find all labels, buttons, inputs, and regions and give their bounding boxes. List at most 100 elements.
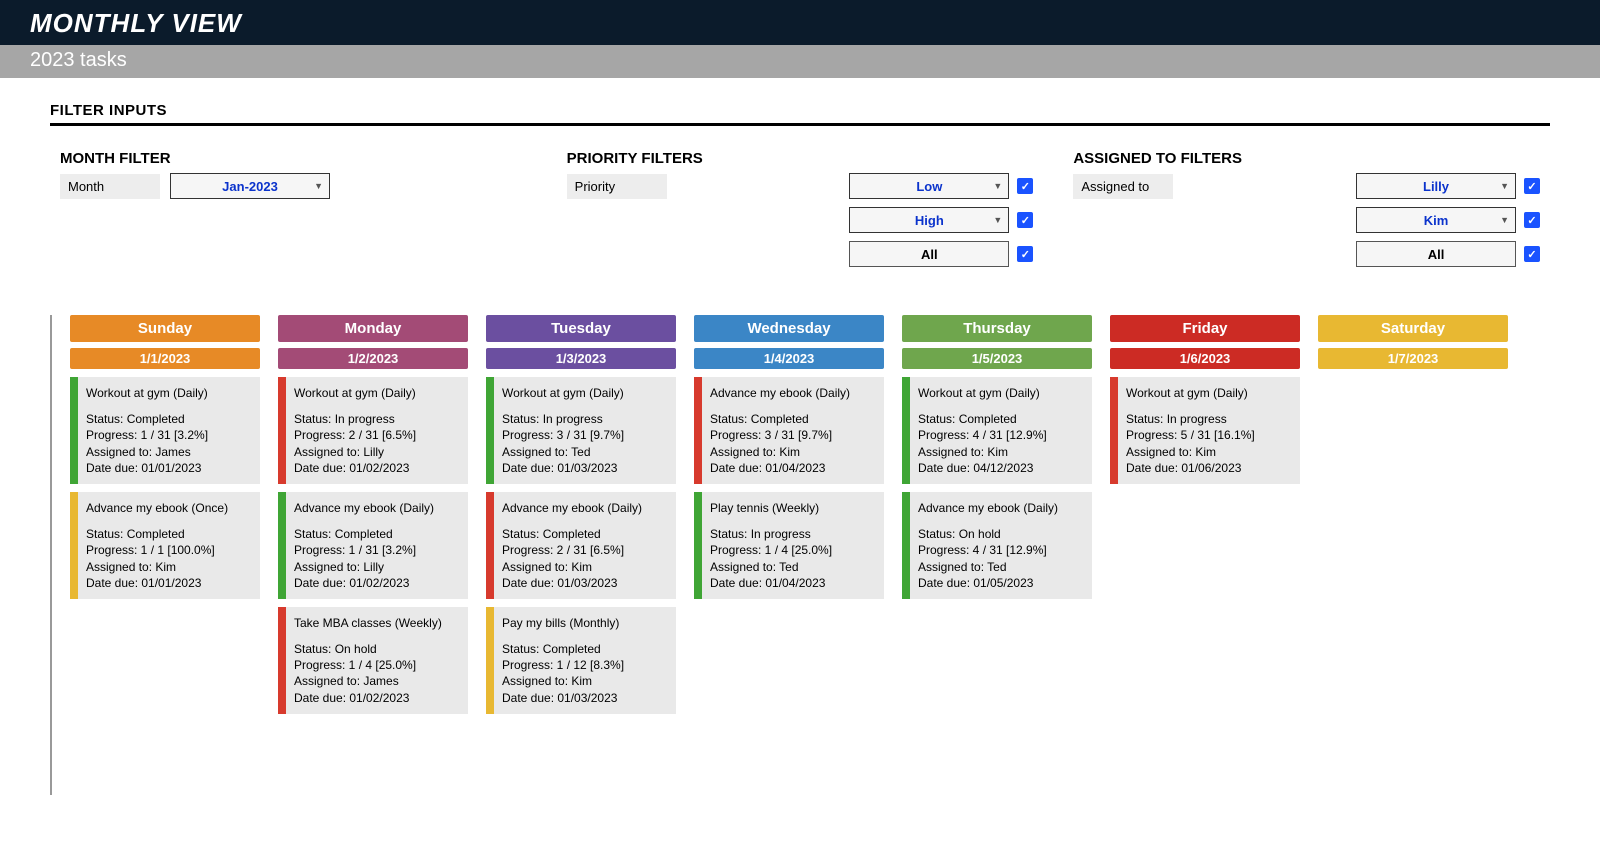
priority-checkbox-all[interactable]: ✓: [1017, 246, 1033, 262]
calendar-divider: [50, 315, 52, 795]
task-assigned: Assigned to: Ted: [710, 559, 876, 575]
task-card[interactable]: Pay my bills (Monthly)Status: CompletedP…: [486, 607, 676, 714]
priority-filter-title: PRIORITY FILTERS: [567, 150, 1034, 167]
day-column-saturday: Saturday1/7/2023: [1318, 315, 1508, 714]
task-due: Date due: 01/01/2023: [86, 575, 252, 591]
task-progress: Progress: 4 / 31 [12.9%]: [918, 427, 1084, 443]
chevron-down-icon: ▼: [993, 215, 1002, 225]
task-card[interactable]: Workout at gym (Daily) Status: In progres…: [486, 377, 676, 484]
day-column-wednesday: Wednesday1/4/2023Advance my ebook (Daily…: [694, 315, 884, 714]
task-card[interactable]: Advance my ebook (Daily)Status: Complete…: [486, 492, 676, 599]
task-progress: Progress: 1 / 12 [8.3%]: [502, 657, 668, 673]
task-due: Date due: 01/04/2023: [710, 460, 876, 476]
month-dropdown[interactable]: Jan-2023 ▼: [170, 173, 330, 199]
task-status: Status: In progress: [502, 411, 668, 427]
task-card[interactable]: Workout at gym (Daily) Status: CompletedP…: [70, 377, 260, 484]
task-stripe: [486, 492, 494, 599]
day-header: Friday: [1110, 315, 1300, 342]
assigned-checkbox-kim[interactable]: ✓: [1524, 212, 1540, 228]
task-progress: Progress: 1 / 31 [3.2%]: [86, 427, 252, 443]
task-card[interactable]: Workout at gym (Daily)Status: In progres…: [278, 377, 468, 484]
assigned-dropdown-all[interactable]: All: [1356, 241, 1516, 267]
task-card[interactable]: Advance my ebook (Daily)Status: On holdP…: [902, 492, 1092, 599]
priority-checkbox-high[interactable]: ✓: [1017, 212, 1033, 228]
day-column-thursday: Thursday1/5/2023Workout at gym (Daily)St…: [902, 315, 1092, 714]
task-title: Play tennis (Weekly): [710, 500, 876, 516]
task-card[interactable]: Workout at gym (Daily)Status: In progres…: [1110, 377, 1300, 484]
task-due: Date due: 01/02/2023: [294, 690, 460, 706]
task-card[interactable]: Workout at gym (Daily)Status: CompletedP…: [902, 377, 1092, 484]
task-body: Workout at gym (Daily)Status: CompletedP…: [910, 377, 1092, 484]
assigned-filter-label: Assigned to: [1073, 174, 1173, 199]
filter-inputs-title: FILTER INPUTS: [50, 102, 1550, 126]
task-stripe: [278, 607, 286, 714]
task-body: Workout at gym (Daily) Status: CompletedP…: [78, 377, 260, 484]
day-date: 1/6/2023: [1110, 348, 1300, 369]
task-progress: Progress: 3 / 31 [9.7%]: [502, 427, 668, 443]
task-stripe: [486, 607, 494, 714]
assigned-checkbox-lilly[interactable]: ✓: [1524, 178, 1540, 194]
task-progress: Progress: 2 / 31 [6.5%]: [502, 542, 668, 558]
task-assigned: Assigned to: Ted: [918, 559, 1084, 575]
day-header: Thursday: [902, 315, 1092, 342]
task-status: Status: Completed: [294, 526, 460, 542]
calendar-grid: Sunday1/1/2023Workout at gym (Daily)Stat…: [0, 275, 1600, 835]
task-due: Date due: 01/02/2023: [294, 460, 460, 476]
priority-filter-label: Priority: [567, 174, 667, 199]
task-status: Status: In progress: [710, 526, 876, 542]
task-assigned: Assigned to: Ted: [502, 444, 668, 460]
priority-dropdown-high[interactable]: High ▼: [849, 207, 1009, 233]
day-date: 1/4/2023: [694, 348, 884, 369]
priority-dropdown-low[interactable]: Low▼: [849, 173, 1009, 199]
task-status: Status: Completed: [86, 411, 252, 427]
task-card[interactable]: Play tennis (Weekly)Status: In progressP…: [694, 492, 884, 599]
assigned-dropdown-kim[interactable]: Kim▼: [1356, 207, 1516, 233]
task-status: Status: Completed: [86, 526, 252, 542]
task-stripe: [70, 492, 78, 599]
task-body: Workout at gym (Daily) Status: In progres…: [494, 377, 676, 484]
header-subtitle: 2023 tasks: [0, 45, 1600, 78]
day-header: Saturday: [1318, 315, 1508, 342]
task-body: Take MBA classes (Weekly)Status: On hold…: [286, 607, 468, 714]
task-stripe: [694, 377, 702, 484]
task-due: Date due: 01/04/2023: [710, 575, 876, 591]
task-body: Workout at gym (Daily)Status: In progres…: [1118, 377, 1300, 484]
assigned-dropdown-lilly[interactable]: Lilly▼: [1356, 173, 1516, 199]
task-progress: Progress: 4 / 31 [12.9%]: [918, 542, 1084, 558]
task-card[interactable]: Take MBA classes (Weekly)Status: On hold…: [278, 607, 468, 714]
task-assigned: Assigned to: Lilly: [294, 559, 460, 575]
assigned-checkbox-all[interactable]: ✓: [1524, 246, 1540, 262]
task-card[interactable]: Advance my ebook (Daily) Status: Complete…: [278, 492, 468, 599]
priority-filter-block: PRIORITY FILTERS Priority Low▼ ✓ High ▼ ✓ All ✓: [567, 150, 1034, 275]
assigned-filter-block: ASSIGNED TO FILTERS Assigned toLilly▼✓Ki…: [1073, 150, 1540, 275]
task-title: Workout at gym (Daily): [86, 385, 252, 401]
day-date: 1/2/2023: [278, 348, 468, 369]
task-stripe: [902, 377, 910, 484]
priority-dropdown-all[interactable]: All: [849, 241, 1009, 267]
task-stripe: [902, 492, 910, 599]
task-due: Date due: 04/12/2023: [918, 460, 1084, 476]
task-assigned: Assigned to: Kim: [502, 559, 668, 575]
task-due: Date due: 01/05/2023: [918, 575, 1084, 591]
task-assigned: Assigned to: James: [86, 444, 252, 460]
task-title: Advance my ebook (Daily): [918, 500, 1084, 516]
task-due: Date due: 01/01/2023: [86, 460, 252, 476]
task-card[interactable]: Advance my ebook (Once) Status: Completed…: [70, 492, 260, 599]
task-title: Advance my ebook (Daily): [294, 500, 460, 516]
task-title: Workout at gym (Daily): [502, 385, 668, 401]
priority-dropdown-value: High: [915, 213, 944, 228]
priority-dropdown-value: Low: [916, 179, 942, 194]
task-progress: Progress: 1 / 31 [3.2%]: [294, 542, 460, 558]
month-filter-label: Month: [60, 174, 160, 199]
task-assigned: Assigned to: James: [294, 673, 460, 689]
task-due: Date due: 01/03/2023: [502, 690, 668, 706]
task-card[interactable]: Advance my ebook (Daily)Status: Complete…: [694, 377, 884, 484]
task-due: Date due: 01/03/2023: [502, 575, 668, 591]
task-title: Advance my ebook (Once): [86, 500, 252, 516]
task-title: Workout at gym (Daily): [294, 385, 460, 401]
task-title: Pay my bills (Monthly): [502, 615, 668, 631]
task-stripe: [1110, 377, 1118, 484]
task-due: Date due: 01/02/2023: [294, 575, 460, 591]
task-stripe: [486, 377, 494, 484]
priority-checkbox-low[interactable]: ✓: [1017, 178, 1033, 194]
